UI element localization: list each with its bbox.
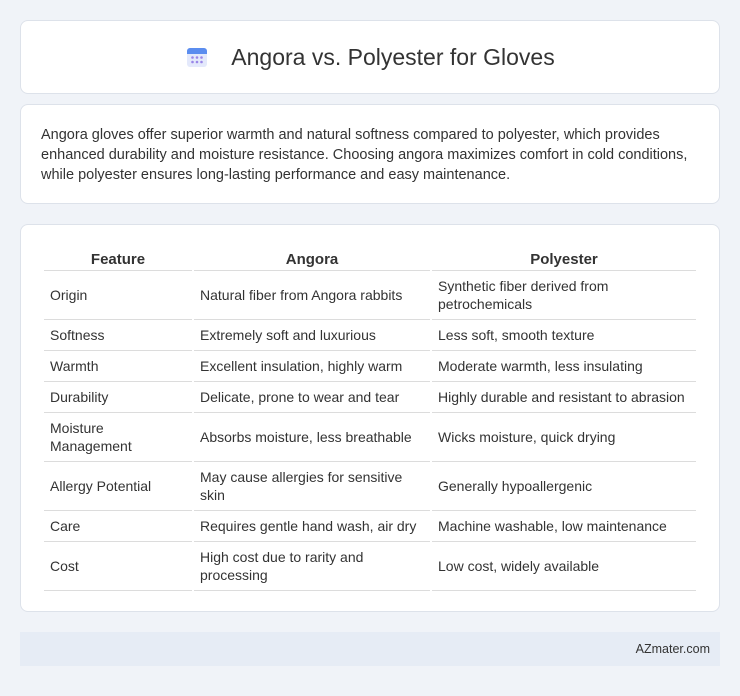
intro-card: Angora gloves offer superior warmth and … bbox=[20, 104, 720, 204]
footer-site-link[interactable]: AZmater.com bbox=[636, 642, 710, 656]
feature-cell: Moisture Management bbox=[44, 413, 192, 462]
feature-cell: Origin bbox=[44, 271, 192, 320]
polyester-cell: Synthetic fiber derived from petrochemic… bbox=[432, 271, 696, 320]
table-row: Care Requires gentle hand wash, air dry … bbox=[44, 511, 696, 542]
polyester-cell: Generally hypoallergenic bbox=[432, 462, 696, 511]
angora-cell: May cause allergies for sensitive skin bbox=[194, 462, 430, 511]
polyester-cell: Machine washable, low maintenance bbox=[432, 511, 696, 542]
calendar-icon bbox=[187, 48, 208, 67]
footer: AZmater.com bbox=[20, 632, 720, 666]
feature-cell: Cost bbox=[44, 542, 192, 591]
table-row: Cost High cost due to rarity and process… bbox=[44, 542, 696, 591]
header-feature: Feature bbox=[44, 245, 192, 271]
table-row: Allergy Potential May cause allergies fo… bbox=[44, 462, 696, 511]
polyester-cell: Low cost, widely available bbox=[432, 542, 696, 591]
table-row: Origin Natural fiber from Angora rabbits… bbox=[44, 271, 696, 320]
comparison-table: Feature Angora Polyester Origin Natural … bbox=[42, 245, 698, 591]
table-header-row: Feature Angora Polyester bbox=[44, 245, 696, 271]
polyester-cell: Moderate warmth, less insulating bbox=[432, 351, 696, 382]
angora-cell: Extremely soft and luxurious bbox=[194, 320, 430, 351]
intro-paragraph: Angora gloves offer superior warmth and … bbox=[41, 127, 688, 183]
angora-cell: Natural fiber from Angora rabbits bbox=[194, 271, 430, 320]
feature-cell: Allergy Potential bbox=[44, 462, 192, 511]
page-title: Angora vs. Polyester for Gloves bbox=[231, 43, 555, 70]
comparison-card: Feature Angora Polyester Origin Natural … bbox=[20, 224, 720, 612]
header-polyester: Polyester bbox=[432, 245, 696, 271]
angora-cell: Requires gentle hand wash, air dry bbox=[194, 511, 430, 542]
table-row: Warmth Excellent insulation, highly warm… bbox=[44, 351, 696, 382]
table-row: Durability Delicate, prone to wear and t… bbox=[44, 382, 696, 413]
angora-cell: Excellent insulation, highly warm bbox=[194, 351, 430, 382]
polyester-cell: Highly durable and resistant to abrasion bbox=[432, 382, 696, 413]
angora-cell: High cost due to rarity and processing bbox=[194, 542, 430, 591]
polyester-cell: Less soft, smooth texture bbox=[432, 320, 696, 351]
title-card: Angora vs. Polyester for Gloves bbox=[20, 20, 720, 94]
feature-cell: Warmth bbox=[44, 351, 192, 382]
angora-cell: Absorbs moisture, less breathable bbox=[194, 413, 430, 462]
feature-cell: Care bbox=[44, 511, 192, 542]
table-row: Moisture Management Absorbs moisture, le… bbox=[44, 413, 696, 462]
feature-cell: Durability bbox=[44, 382, 192, 413]
feature-cell: Softness bbox=[44, 320, 192, 351]
table-row: Softness Extremely soft and luxurious Le… bbox=[44, 320, 696, 351]
header-angora: Angora bbox=[194, 245, 430, 271]
polyester-cell: Wicks moisture, quick drying bbox=[432, 413, 696, 462]
angora-cell: Delicate, prone to wear and tear bbox=[194, 382, 430, 413]
